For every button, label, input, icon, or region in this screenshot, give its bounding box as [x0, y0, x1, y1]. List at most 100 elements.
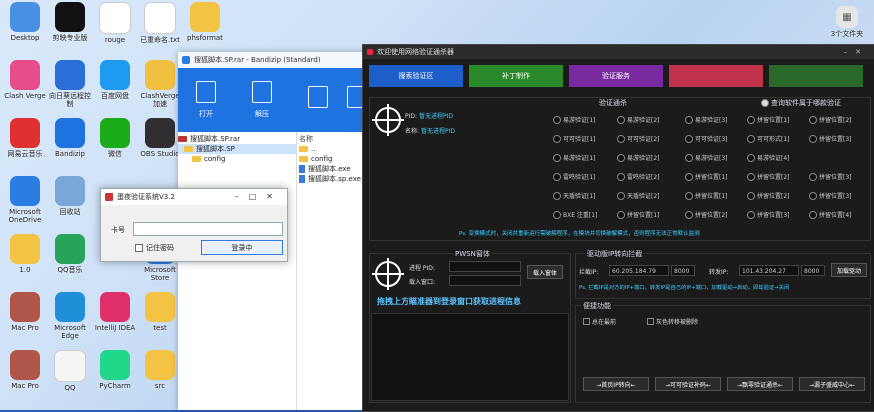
- window-controls[interactable]: –✕: [844, 45, 869, 59]
- verify-option[interactable]: 拼留位置[1]: [747, 115, 790, 124]
- desktop-icon[interactable]: 1.0: [2, 234, 48, 282]
- verify-option[interactable]: 易游验证[2]: [617, 153, 660, 162]
- verify-tool-window[interactable]: 欢迎使用网络验证通杀器 –✕ 搜索验证区 补丁制作 验证服务 验证通杀 查询软件…: [362, 44, 874, 412]
- verify-option[interactable]: 易游验证[3]: [685, 153, 728, 162]
- desktop-icon[interactable]: OBS Studio: [137, 118, 183, 166]
- desktop-icon[interactable]: phsformat: [182, 2, 228, 50]
- block-ip-input[interactable]: 60.205.184.79: [609, 265, 669, 276]
- verify-option[interactable]: 可可验证[2]: [617, 134, 660, 143]
- desktop-icon[interactable]: QQ音乐: [47, 234, 93, 282]
- redirect-ip-input[interactable]: 101.43.204.27: [739, 265, 799, 276]
- open-button[interactable]: 打开: [178, 68, 234, 132]
- desktop-icon[interactable]: 剪映专业版: [47, 2, 93, 50]
- verify-option[interactable]: 拼留位置[3]: [809, 172, 852, 181]
- list-item[interactable]: config: [297, 154, 368, 164]
- app-icon: [55, 176, 85, 206]
- verify-option[interactable]: 雷鸣验证[1]: [553, 172, 596, 181]
- crosshair-icon[interactable]: [372, 104, 404, 136]
- load-window-input[interactable]: [449, 275, 521, 286]
- desktop-icon[interactable]: QQ: [47, 350, 93, 400]
- block-port-input[interactable]: 8000: [671, 265, 695, 276]
- verify-option[interactable]: 易游验证[4]: [747, 153, 790, 162]
- desktop-icon[interactable]: Bandizip: [47, 118, 93, 166]
- verify-option[interactable]: 拼留位置[1]: [617, 210, 660, 219]
- proc-pid-input[interactable]: [449, 261, 521, 272]
- bandizip-titlebar[interactable]: 搜狐脚本.SP.rar - Bandizip (Standard): [178, 52, 368, 68]
- desktop-icon[interactable]: rouge: [92, 2, 138, 52]
- desktop-icon[interactable]: test: [137, 292, 183, 340]
- desktop-icon[interactable]: Desktop: [2, 2, 48, 50]
- verify-option[interactable]: 雷鸣验证[2]: [617, 172, 660, 181]
- verify-option[interactable]: 可可验证[1]: [553, 134, 596, 143]
- gray-transfer-checkbox[interactable]: 灰色转移被删除: [647, 317, 698, 326]
- login-button[interactable]: 登录中: [201, 240, 283, 255]
- toolbar-button-3[interactable]: [290, 68, 346, 132]
- desktop-icon[interactable]: 微信: [92, 118, 138, 166]
- desktop-icon[interactable]: 已重命名.txt: [137, 2, 183, 52]
- desktop-icon[interactable]: Microsoft OneDrive: [2, 176, 48, 224]
- tree-item-folder[interactable]: 搜狐脚本.SP: [178, 144, 296, 154]
- tab-verify-service[interactable]: 验证服务: [569, 65, 663, 87]
- verify-option[interactable]: 易游验证[3]: [685, 115, 728, 124]
- keke-patch-button[interactable]: →可可验证补码←: [655, 377, 721, 391]
- verify-option[interactable]: 拼留位置[3]: [809, 134, 852, 143]
- card-input[interactable]: [133, 222, 283, 236]
- tab-4[interactable]: [669, 65, 763, 87]
- crosshair-icon[interactable]: [372, 258, 404, 290]
- desktop-icon[interactable]: src: [137, 350, 183, 398]
- list-item[interactable]: 搜狐脚本.sp.exe: [297, 174, 368, 184]
- tool-titlebar[interactable]: 欢迎使用网络验证通杀器 –✕: [363, 45, 874, 59]
- desktop-icon[interactable]: 网易云音乐: [2, 118, 48, 166]
- verify-option[interactable]: 易游验证[2]: [617, 115, 660, 124]
- column-header-name[interactable]: 名称: [297, 134, 368, 144]
- login-dialog[interactable]: 蛋夜验证系统V3.2 –□✕ 卡号 记住密码 登录中: [100, 188, 288, 262]
- desktop-icon[interactable]: 向日葵远程控制: [47, 60, 93, 108]
- desktop-icon[interactable]: PyCharm: [92, 350, 138, 398]
- verify-option[interactable]: 天盾验证[1]: [553, 191, 596, 200]
- verify-option[interactable]: 天盾验证[2]: [617, 191, 660, 200]
- verify-option[interactable]: 拼留位置[1]: [685, 172, 728, 181]
- louzi-center-button[interactable]: →漏子盛威中心←: [799, 377, 865, 391]
- extract-button[interactable]: 解压: [234, 68, 290, 132]
- query-software-radio[interactable]: 查询软件属于哪款验证: [761, 98, 841, 108]
- verify-option[interactable]: 易游验证[1]: [553, 115, 596, 124]
- verify-option[interactable]: 拼留位置[2]: [685, 210, 728, 219]
- verify-option[interactable]: 拼留位置[2]: [747, 172, 790, 181]
- desktop-icon[interactable]: 回收站: [47, 176, 93, 224]
- verify-option[interactable]: 拼留位置[2]: [747, 191, 790, 200]
- verify-option[interactable]: 拼留位置[2]: [809, 115, 852, 124]
- remember-checkbox[interactable]: 记住密码: [135, 243, 174, 253]
- verify-option[interactable]: 拼留位置[3]: [809, 191, 852, 200]
- list-item[interactable]: 搜狐脚本.exe: [297, 164, 368, 174]
- piaoling-verify-button[interactable]: →飘零验证通杀←: [727, 377, 793, 391]
- load-driver-button[interactable]: 加载驱动: [831, 263, 867, 277]
- log-area[interactable]: [371, 313, 569, 401]
- verify-option[interactable]: 拼留位置[4]: [809, 210, 852, 219]
- desktop-icon[interactable]: Mac Pro: [2, 292, 48, 340]
- desktop-icon[interactable]: 百度网盘: [92, 60, 138, 108]
- desktop-icon[interactable]: Clash Verge: [2, 60, 48, 108]
- tab-patch[interactable]: 补丁制作: [469, 65, 563, 87]
- topright-desktop-label[interactable]: ▦ 3个文件夹: [820, 6, 874, 46]
- verify-option[interactable]: 拼留位置[3]: [747, 210, 790, 219]
- login-titlebar[interactable]: 蛋夜验证系统V3.2 –□✕: [101, 189, 287, 205]
- verify-option[interactable]: 易游验证[1]: [553, 153, 596, 162]
- verify-option[interactable]: 拼留位置[1]: [685, 191, 728, 200]
- window-controls[interactable]: –□✕: [235, 189, 283, 205]
- redirect-port-input[interactable]: 8000: [801, 265, 825, 276]
- homepage-ip-redirect-button[interactable]: →首页IP转向←: [583, 377, 649, 391]
- desktop-icon[interactable]: Mac Pro: [2, 350, 48, 398]
- verify-option[interactable]: BXE 注重[1]: [553, 210, 597, 219]
- verify-option[interactable]: 可可验证[3]: [685, 134, 728, 143]
- desktop-icon[interactable]: ClashVerge 加速: [137, 60, 183, 108]
- tree-item-archive[interactable]: 搜狐脚本.SP.rar: [178, 134, 296, 144]
- desktop-icon[interactable]: IntelliJ IDEA: [92, 292, 138, 340]
- tab-search-verify[interactable]: 搜索验证区: [369, 65, 463, 87]
- always-on-top-checkbox[interactable]: 总在最前: [583, 317, 616, 326]
- tab-5[interactable]: [769, 65, 863, 87]
- load-window-button[interactable]: 载入窗体: [527, 265, 563, 279]
- tree-item-config[interactable]: config: [178, 154, 296, 164]
- desktop-icon[interactable]: Microsoft Edge: [47, 292, 93, 340]
- verify-option[interactable]: 可可形式[1]: [747, 134, 790, 143]
- list-item[interactable]: ..: [297, 144, 368, 154]
